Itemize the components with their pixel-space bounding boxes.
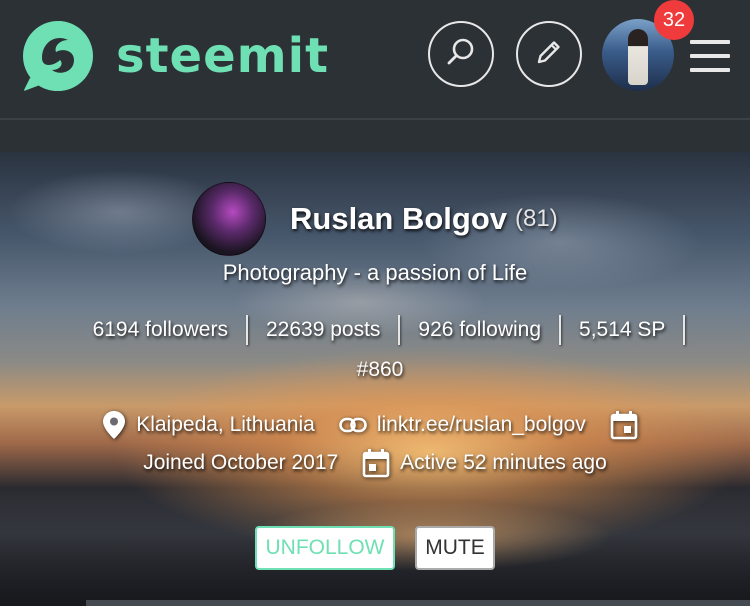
profile-stats: 6194 followers 22639 posts 926 following 5,… <box>70 310 690 390</box>
steemit-logo-icon <box>20 18 96 94</box>
new-post-button[interactable] <box>516 21 582 87</box>
map-pin-icon <box>103 411 126 439</box>
website-link[interactable]: linktr.ee/ruslan_bolgov <box>377 413 586 437</box>
last-active-text: Active 52 minutes ago <box>400 451 607 474</box>
profile-tagline: Photography - a passion of Life <box>222 260 528 285</box>
mute-button[interactable]: MUTE <box>415 526 495 570</box>
tab-bar-edge <box>86 600 750 606</box>
calendar-extra <box>610 410 648 440</box>
profile-header: Ruslan Bolgov (81) <box>192 182 558 256</box>
link-icon <box>339 417 367 433</box>
calendar-icon <box>610 411 638 440</box>
profile-name: Ruslan Bolgov <box>290 201 508 236</box>
notification-badge[interactable]: 32 <box>654 0 694 40</box>
rank: #860 <box>356 358 404 381</box>
stat-divider <box>683 315 686 346</box>
header-divider <box>0 118 750 154</box>
last-active: Active 52 minutes ago <box>362 448 607 478</box>
followers-count[interactable]: 6194 followers <box>75 310 246 350</box>
profile-meta: Klaipeda, Lithuania linktr.ee/ruslan_bol… <box>0 406 750 482</box>
steemit-logo[interactable]: steemit <box>20 18 329 94</box>
profile-avatar <box>192 182 266 256</box>
steem-power: 5,514 SP <box>579 318 666 341</box>
hamburger-menu-icon[interactable] <box>690 40 730 72</box>
joined-date: Joined October 2017 <box>143 451 339 474</box>
brand-name: steemit <box>116 28 330 84</box>
user-menu-avatar[interactable]: 32 <box>602 0 694 91</box>
top-navbar: steemit 32 <box>0 0 750 118</box>
calendar-icon <box>362 449 390 478</box>
profile-actions: UNFOLLOW MUTE <box>0 526 750 570</box>
pencil-icon <box>534 37 564 72</box>
website[interactable]: linktr.ee/ruslan_bolgov <box>339 413 586 437</box>
search-icon <box>446 37 476 72</box>
search-button[interactable] <box>428 21 494 87</box>
location: Klaipeda, Lithuania <box>102 410 315 440</box>
following-count[interactable]: 926 following <box>400 310 559 350</box>
unfollow-button[interactable]: UNFOLLOW <box>255 526 395 570</box>
posts-count[interactable]: 22639 posts <box>248 310 398 350</box>
location-text: Klaipeda, Lithuania <box>136 413 315 436</box>
reputation-score: (81) <box>515 205 558 232</box>
profile-cover: Ruslan Bolgov (81) Photography - a passi… <box>0 152 750 606</box>
